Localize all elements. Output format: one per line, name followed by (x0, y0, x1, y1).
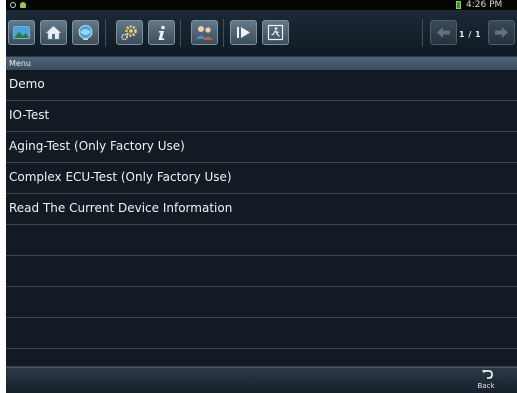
empty-list-row (6, 318, 517, 349)
page-indicator: 1 / 1 (459, 30, 482, 39)
arrow-left-icon (437, 27, 450, 38)
display-button[interactable] (72, 20, 99, 45)
back-label: Back (477, 382, 495, 390)
users-button[interactable] (191, 20, 218, 45)
toolbar-separator (422, 19, 423, 47)
menu-list: Demo IO-Test Aging-Test (Only Factory Us… (6, 70, 517, 367)
display-icon (78, 25, 93, 40)
menu-item-complex-ecu-test[interactable]: Complex ECU-Test (Only Factory Use) (6, 163, 517, 194)
back-arrow-icon (482, 370, 493, 379)
back-button[interactable]: Back (471, 369, 501, 393)
empty-list-row (6, 225, 517, 256)
empty-list-row (6, 287, 517, 318)
toolbar-separator (105, 19, 106, 47)
exit-button[interactable] (262, 20, 289, 45)
users-icon (196, 26, 213, 40)
home-icon (45, 25, 62, 40)
menu-header: Menu (6, 57, 517, 70)
device-screen: 4:26 PM 1 / 1 Menu Demo IO-Test Aging-Te… (6, 0, 517, 393)
menu-item-demo[interactable]: Demo (6, 70, 517, 101)
home-button[interactable] (40, 20, 67, 45)
android-status-icon (20, 2, 26, 8)
menu-item-label: Demo (9, 77, 45, 91)
next-page-button[interactable] (488, 20, 515, 45)
empty-list-row (6, 349, 517, 367)
play-button[interactable] (230, 20, 257, 45)
toolbar-separator (223, 19, 224, 47)
exit-icon (267, 24, 284, 41)
menu-item-label: Complex ECU-Test (Only Factory Use) (9, 170, 232, 184)
picture-icon (12, 25, 31, 40)
bottom-bar: Back (6, 367, 517, 393)
picture-button[interactable] (8, 20, 35, 45)
menu-item-io-test[interactable]: IO-Test (6, 101, 517, 132)
toolbar-separator (180, 19, 181, 47)
menu-item-label: IO-Test (9, 108, 50, 122)
settings-status-icon (10, 2, 16, 8)
arrow-right-icon (495, 27, 508, 38)
settings-button[interactable] (116, 20, 143, 45)
menu-item-label: Read The Current Device Information (9, 201, 233, 215)
toolbar: 1 / 1 (6, 10, 517, 57)
status-bar: 4:26 PM (6, 0, 517, 10)
menu-item-label: Aging-Test (Only Factory Use) (9, 139, 185, 153)
menu-item-aging-test[interactable]: Aging-Test (Only Factory Use) (6, 132, 517, 163)
settings-icon (121, 25, 137, 41)
menu-item-device-information[interactable]: Read The Current Device Information (6, 194, 517, 225)
play-icon (237, 27, 250, 38)
empty-list-row (6, 256, 517, 287)
previous-page-button[interactable] (430, 20, 457, 45)
battery-icon (456, 1, 461, 9)
menu-title: Menu (9, 59, 31, 68)
info-button[interactable] (148, 20, 175, 45)
info-icon (158, 25, 165, 40)
